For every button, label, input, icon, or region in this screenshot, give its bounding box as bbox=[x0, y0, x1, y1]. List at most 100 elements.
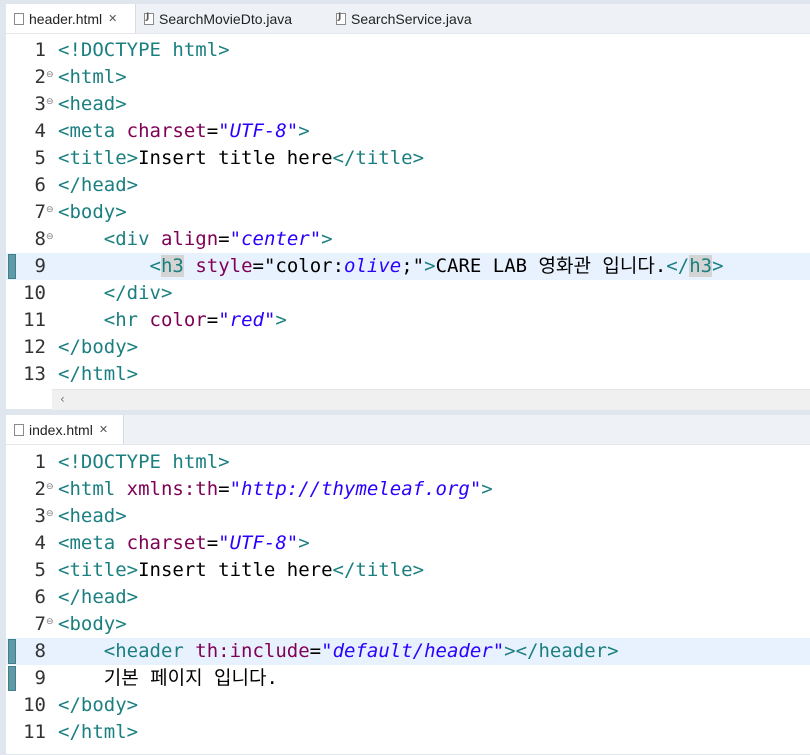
code-line[interactable]: 9 <h3 style="color:olive;">CARE LAB 영화관 … bbox=[6, 253, 810, 280]
code-token: > bbox=[424, 255, 436, 277]
code-line[interactable]: 5 <title>Insert title here</title> bbox=[6, 145, 810, 172]
chevron-left-icon[interactable]: ‹ bbox=[60, 392, 65, 406]
code-line[interactable]: 3 ⊖ <head> bbox=[6, 91, 810, 118]
code-line[interactable]: 10 </body> bbox=[6, 692, 810, 719]
code-line[interactable]: 8 ⊖ <div align="center"> bbox=[6, 226, 810, 253]
code-token: ="color: bbox=[252, 255, 345, 277]
code-line[interactable]: 1 <!DOCTYPE html> bbox=[6, 37, 810, 64]
code-text: <!DOCTYPE html> bbox=[58, 449, 230, 476]
fold-toggle-icon[interactable]: ⊖ bbox=[46, 509, 56, 519]
code-line[interactable]: 7 ⊖ <body> bbox=[6, 611, 810, 638]
line-number: 5 bbox=[34, 559, 46, 581]
code-line[interactable]: 4 <meta charset="UTF-8"> bbox=[6, 118, 810, 145]
code-token: <head> bbox=[58, 505, 127, 527]
code-text: <title>Insert title here</title> bbox=[58, 557, 424, 584]
close-icon[interactable]: ✕ bbox=[108, 12, 117, 25]
editor-pane-header: header.html ✕ SearchMovieDto.java Search… bbox=[6, 4, 810, 410]
code-token: </html> bbox=[58, 721, 139, 743]
code-text: <title>Insert title here</title> bbox=[58, 145, 424, 172]
line-number: 6 bbox=[34, 174, 46, 196]
code-line[interactable]: 10 </div> bbox=[6, 280, 810, 307]
tab-header-html[interactable]: header.html ✕ bbox=[6, 4, 136, 33]
fold-toggle-icon[interactable]: ⊖ bbox=[46, 232, 56, 242]
line-number: 10 bbox=[23, 694, 46, 716]
code-token: <body> bbox=[58, 613, 127, 635]
code-line[interactable]: 11 <hr color="red"> bbox=[6, 307, 810, 334]
line-number: 6 bbox=[34, 586, 46, 608]
code-line[interactable]: 3 ⊖ <head> bbox=[6, 503, 810, 530]
code-line[interactable]: 1 <!DOCTYPE html> bbox=[6, 449, 810, 476]
code-token: <title> bbox=[58, 559, 139, 581]
code-token: style bbox=[195, 255, 253, 277]
code-token: > bbox=[298, 532, 310, 554]
line-number: 8 bbox=[34, 228, 46, 250]
code-text: </body> bbox=[58, 692, 138, 719]
code-token: > bbox=[321, 228, 333, 250]
line-number: 7 bbox=[34, 201, 46, 223]
code-line[interactable]: 2 ⊖ <html> bbox=[6, 64, 810, 91]
code-token: "UTF-8" bbox=[218, 532, 299, 554]
code-editor-header[interactable]: 1 <!DOCTYPE html> 2 ⊖ <html> 3 ⊖ <head> 4 <meta c… bbox=[6, 34, 810, 390]
line-number: 7 bbox=[34, 613, 46, 635]
code-line[interactable]: 2 ⊖ <html xmlns:th="http://thymeleaf.org"> bbox=[6, 476, 810, 503]
code-text: </head> bbox=[58, 584, 138, 611]
code-token: color bbox=[149, 309, 207, 331]
code-token: Insert title here bbox=[138, 147, 333, 169]
code-line[interactable]: 5 <title>Insert title here</title> bbox=[6, 557, 810, 584]
code-line[interactable]: 9 기본 페이지 입니다. bbox=[6, 665, 810, 692]
code-token: > bbox=[481, 478, 493, 500]
tab-label: header.html bbox=[29, 10, 103, 27]
fold-toggle-icon[interactable]: ⊖ bbox=[46, 70, 56, 80]
code-token: olive bbox=[344, 255, 402, 277]
line-number: 5 bbox=[34, 147, 46, 169]
code-line[interactable]: 6 </head> bbox=[6, 172, 810, 199]
horizontal-scrollbar[interactable]: ‹ bbox=[52, 389, 810, 410]
editor-pane-index: index.html ✕ 1 <!DOCTYPE html> 2 ⊖ <html xml… bbox=[6, 415, 810, 754]
code-token: <!DOCTYPE html> bbox=[58, 451, 230, 473]
line-number: 1 bbox=[34, 39, 46, 61]
code-line[interactable]: 12 </body> bbox=[6, 334, 810, 361]
tab-searchservice-java[interactable]: SearchService.java bbox=[332, 4, 522, 33]
line-number: 9 bbox=[34, 255, 46, 277]
code-token: <html> bbox=[58, 66, 127, 88]
fold-toggle-icon[interactable]: ⊖ bbox=[46, 482, 56, 492]
code-line[interactable]: 11 </html> bbox=[6, 719, 810, 746]
code-line[interactable]: 7 ⊖ <body> bbox=[6, 199, 810, 226]
code-token: ></header> bbox=[504, 640, 619, 662]
code-token: "default/header" bbox=[321, 640, 505, 662]
close-icon[interactable]: ✕ bbox=[99, 423, 108, 436]
code-text: <html> bbox=[58, 64, 127, 91]
java-file-icon bbox=[144, 12, 154, 25]
code-editor-index[interactable]: 1 <!DOCTYPE html> 2 ⊖ <html xmlns:th="http:/… bbox=[6, 445, 810, 755]
code-token: > bbox=[298, 120, 310, 142]
code-token: CARE LAB 영화관 입니다. bbox=[435, 255, 667, 277]
code-line[interactable]: 13 </html> bbox=[6, 361, 810, 388]
code-token: Insert title here bbox=[138, 559, 333, 581]
line-number: 4 bbox=[34, 532, 46, 554]
code-line[interactable]: 4 <meta charset="UTF-8"> bbox=[6, 530, 810, 557]
code-text: <meta charset="UTF-8"> bbox=[58, 118, 310, 145]
code-token: = bbox=[206, 120, 219, 142]
code-token: </body> bbox=[58, 336, 139, 358]
code-token: </head> bbox=[58, 586, 139, 608]
code-text: 기본 페이지 입니다. bbox=[58, 665, 278, 692]
tab-searchmoviedto-java[interactable]: SearchMovieDto.java bbox=[140, 4, 330, 33]
tab-index-html[interactable]: index.html ✕ bbox=[6, 415, 124, 444]
html-file-icon bbox=[14, 423, 24, 436]
code-token: "http://thymeleaf.org" bbox=[229, 478, 482, 500]
fold-toggle-icon[interactable]: ⊖ bbox=[46, 97, 56, 107]
line-number: 12 bbox=[23, 336, 46, 358]
code-text: <head> bbox=[58, 91, 127, 118]
code-line[interactable]: 8 <header th:include="default/header"></… bbox=[6, 638, 810, 665]
code-token: </div> bbox=[103, 282, 173, 304]
code-token: "red" bbox=[218, 309, 276, 331]
code-text: </div> bbox=[58, 280, 173, 307]
fold-toggle-icon[interactable]: ⊖ bbox=[46, 617, 56, 627]
code-line[interactable]: 6 </head> bbox=[6, 584, 810, 611]
java-file-icon bbox=[336, 12, 346, 25]
tab-label: index.html bbox=[29, 421, 93, 438]
code-token: charset bbox=[126, 532, 207, 554]
fold-toggle-icon[interactable]: ⊖ bbox=[46, 205, 56, 215]
code-token: <meta bbox=[58, 120, 127, 142]
